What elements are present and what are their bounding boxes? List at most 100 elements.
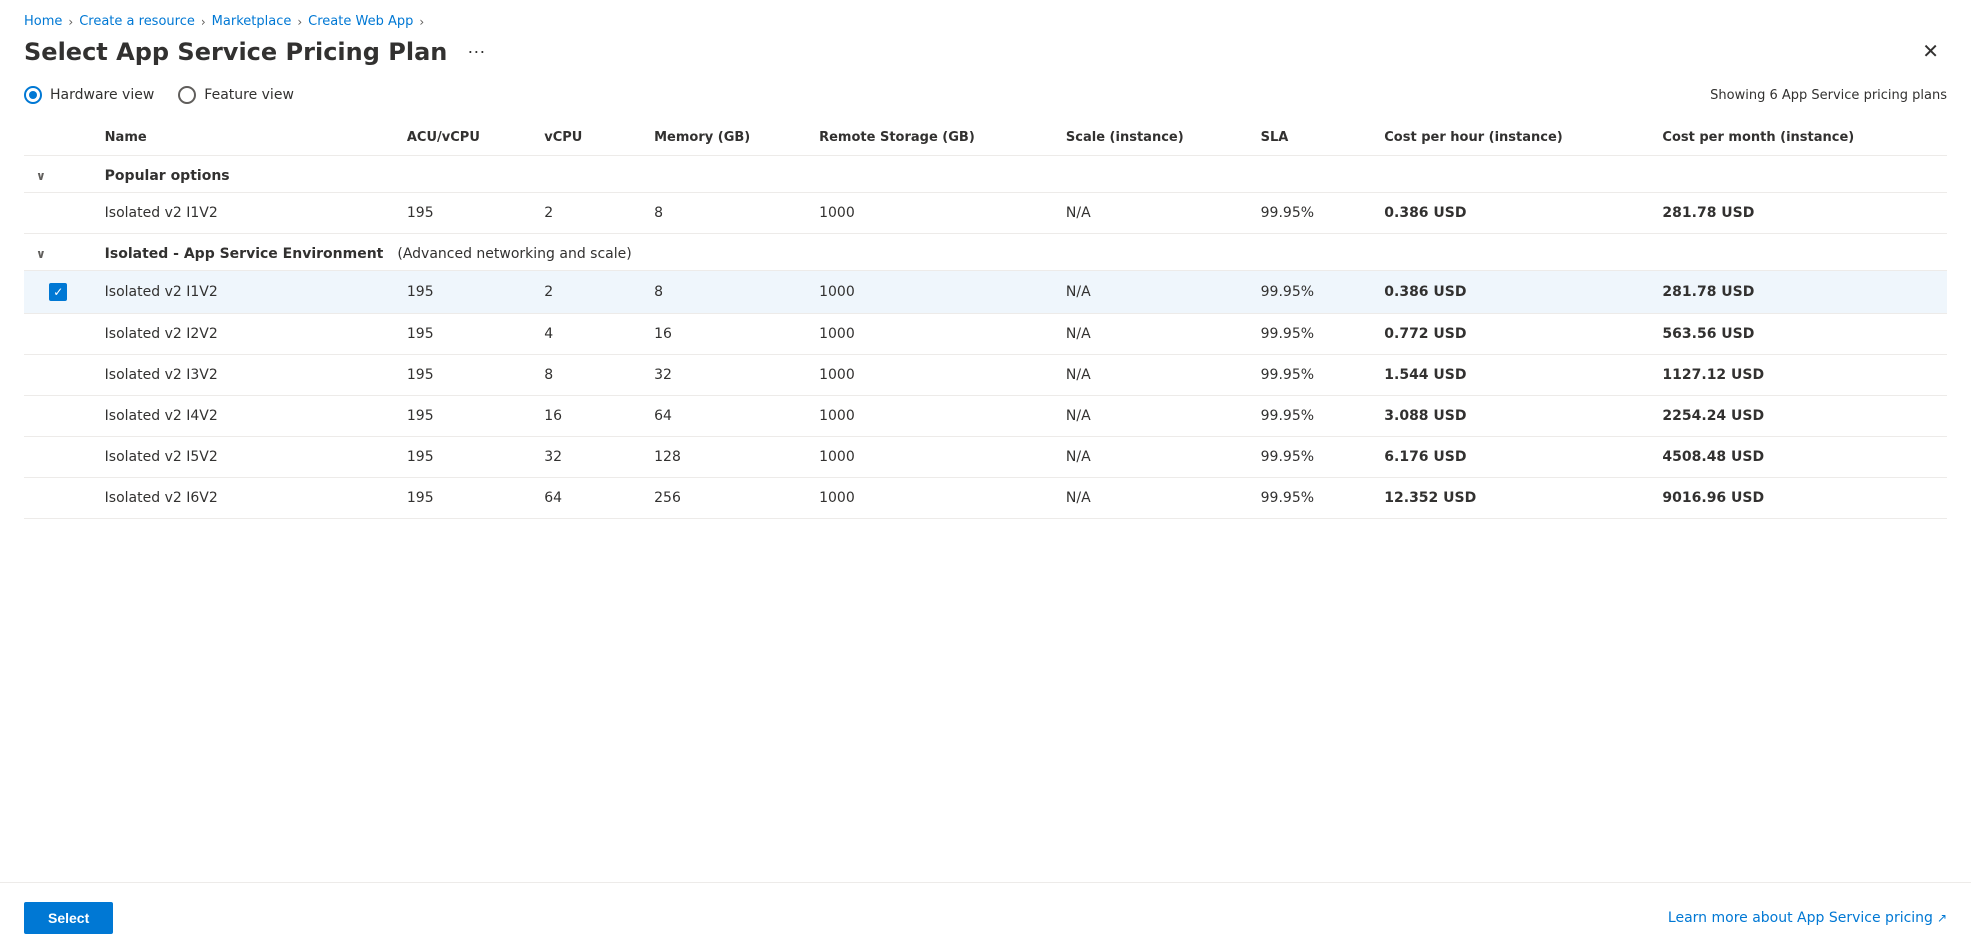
breadcrumb: Home › Create a resource › Marketplace ›… (0, 0, 1971, 37)
cell-popular-i1v2-vcpu: 2 (532, 193, 642, 234)
th-scale: Scale (instance) (1054, 120, 1249, 156)
cell-iso-i4v2-name: Isolated v2 I4V2 (93, 396, 395, 437)
th-name: Name (93, 120, 395, 156)
feature-view-radio[interactable] (178, 86, 196, 104)
checkbox-cell-iso-i6v2 (24, 478, 93, 519)
table-row-iso-i2v2[interactable]: Isolated v2 I2V21954161000N/A99.95%0.772… (24, 314, 1947, 355)
cell-iso-i3v2-sla: 99.95% (1249, 355, 1373, 396)
section-header-popular[interactable]: ∨ Popular options (24, 156, 1947, 193)
cell-iso-i6v2-memory: 256 (642, 478, 807, 519)
section-toggle-cell-isolated: ∨ (24, 234, 93, 271)
cell-iso-i2v2-vcpu: 4 (532, 314, 642, 355)
table-row-popular-i1v2[interactable]: Isolated v2 I1V2195281000N/A99.95%0.386 … (24, 193, 1947, 234)
checkbox-cell-iso-i4v2 (24, 396, 93, 437)
cell-iso-i3v2-name: Isolated v2 I3V2 (93, 355, 395, 396)
cell-iso-i5v2-cost_month: 4508.48 USD (1650, 437, 1947, 478)
feature-view-option[interactable]: Feature view (178, 86, 294, 104)
cell-iso-i4v2-cost_hour: 3.088 USD (1372, 396, 1650, 437)
cell-iso-i5v2-scale: N/A (1054, 437, 1249, 478)
table-row-iso-i1v2[interactable]: Isolated v2 I1V2195281000N/A99.95%0.386 … (24, 271, 1947, 314)
pricing-table-container: Name ACU/vCPU vCPU Memory (GB) Remote St… (0, 120, 1971, 599)
cell-iso-i6v2-acu: 195 (395, 478, 532, 519)
cell-iso-i5v2-cost_hour: 6.176 USD (1372, 437, 1650, 478)
view-toggle: Hardware view Feature view Showing 6 App… (0, 86, 1971, 120)
th-cost-hour: Cost per hour (instance) (1372, 120, 1650, 156)
cell-iso-i6v2-cost_hour: 12.352 USD (1372, 478, 1650, 519)
section-header-isolated[interactable]: ∨ Isolated - App Service Environment (Adva… (24, 234, 1947, 271)
table-row-iso-i5v2[interactable]: Isolated v2 I5V2195321281000N/A99.95%6.1… (24, 437, 1947, 478)
ellipsis-button[interactable]: ··· (459, 37, 493, 66)
breadcrumb-create-resource[interactable]: Create a resource (79, 14, 195, 29)
cell-iso-i5v2-name: Isolated v2 I5V2 (93, 437, 395, 478)
section-title-isolated: Isolated - App Service Environment (105, 246, 384, 262)
checkbox-cell-iso-i5v2 (24, 437, 93, 478)
cell-popular-i1v2-cost_month: 281.78 USD (1650, 193, 1947, 234)
cell-iso-i1v2-sla: 99.95% (1249, 271, 1373, 314)
breadcrumb-sep-4: › (419, 15, 424, 29)
th-sla: SLA (1249, 120, 1373, 156)
cell-iso-i6v2-storage: 1000 (807, 478, 1054, 519)
th-storage: Remote Storage (GB) (807, 120, 1054, 156)
cell-iso-i3v2-acu: 195 (395, 355, 532, 396)
table-header-row: Name ACU/vCPU vCPU Memory (GB) Remote St… (24, 120, 1947, 156)
cell-iso-i5v2-storage: 1000 (807, 437, 1054, 478)
breadcrumb-home[interactable]: Home (24, 14, 62, 29)
page-header: Select App Service Pricing Plan ··· ✕ (0, 37, 1971, 86)
external-link-icon: ↗ (1937, 911, 1947, 925)
checkbox-cell-iso-i3v2 (24, 355, 93, 396)
cell-iso-i3v2-vcpu: 8 (532, 355, 642, 396)
cell-popular-i1v2-sla: 99.95% (1249, 193, 1373, 234)
cell-iso-i4v2-vcpu: 16 (532, 396, 642, 437)
th-memory: Memory (GB) (642, 120, 807, 156)
cell-iso-i2v2-name: Isolated v2 I2V2 (93, 314, 395, 355)
cell-iso-i1v2-memory: 8 (642, 271, 807, 314)
cell-popular-i1v2-name: Isolated v2 I1V2 (93, 193, 395, 234)
breadcrumb-sep-2: › (201, 15, 206, 29)
table-row-iso-i3v2[interactable]: Isolated v2 I3V21958321000N/A99.95%1.544… (24, 355, 1947, 396)
section-sublabel-isolated: (Advanced networking and scale) (397, 246, 631, 262)
cell-iso-i5v2-acu: 195 (395, 437, 532, 478)
checkbox-checked-iso-i1v2[interactable] (49, 283, 67, 301)
hardware-view-option[interactable]: Hardware view (24, 86, 154, 104)
cell-iso-i4v2-memory: 64 (642, 396, 807, 437)
showing-count: Showing 6 App Service pricing plans (1710, 88, 1947, 103)
page-title: Select App Service Pricing Plan (24, 38, 447, 66)
cell-iso-i3v2-storage: 1000 (807, 355, 1054, 396)
section-label-isolated: Isolated - App Service Environment (Advan… (93, 234, 1947, 271)
cell-iso-i4v2-storage: 1000 (807, 396, 1054, 437)
cell-iso-i4v2-acu: 195 (395, 396, 532, 437)
cell-popular-i1v2-memory: 8 (642, 193, 807, 234)
table-row-iso-i4v2[interactable]: Isolated v2 I4V219516641000N/A99.95%3.08… (24, 396, 1947, 437)
cell-popular-i1v2-scale: N/A (1054, 193, 1249, 234)
th-checkbox (24, 120, 93, 156)
cell-iso-i4v2-cost_month: 2254.24 USD (1650, 396, 1947, 437)
hardware-view-radio[interactable] (24, 86, 42, 104)
breadcrumb-create-web-app: Create Web App (308, 14, 413, 29)
th-cost-month: Cost per month (instance) (1650, 120, 1947, 156)
select-button[interactable]: Select (24, 902, 113, 934)
feature-view-label: Feature view (204, 87, 294, 103)
chevron-icon-isolated: ∨ (36, 247, 46, 261)
footer: Select Learn more about App Service pric… (0, 882, 1971, 952)
th-vcpu: vCPU (532, 120, 642, 156)
close-button[interactable]: ✕ (1914, 38, 1947, 66)
cell-iso-i2v2-acu: 195 (395, 314, 532, 355)
cell-popular-i1v2-cost_hour: 0.386 USD (1372, 193, 1650, 234)
cell-iso-i6v2-vcpu: 64 (532, 478, 642, 519)
learn-more-link[interactable]: Learn more about App Service pricing ↗ (1668, 910, 1947, 926)
cell-popular-i1v2-storage: 1000 (807, 193, 1054, 234)
section-title-popular: Popular options (105, 168, 230, 184)
chevron-icon-popular: ∨ (36, 169, 46, 183)
checkbox-cell-iso-i1v2 (24, 271, 93, 314)
cell-iso-i1v2-scale: N/A (1054, 271, 1249, 314)
cell-iso-i1v2-name: Isolated v2 I1V2 (93, 271, 395, 314)
cell-iso-i6v2-name: Isolated v2 I6V2 (93, 478, 395, 519)
learn-more-text: Learn more about App Service pricing (1668, 910, 1933, 926)
cell-iso-i3v2-cost_hour: 1.544 USD (1372, 355, 1650, 396)
checkbox-cell-iso-i2v2 (24, 314, 93, 355)
table-row-iso-i6v2[interactable]: Isolated v2 I6V2195642561000N/A99.95%12.… (24, 478, 1947, 519)
breadcrumb-marketplace[interactable]: Marketplace (212, 14, 292, 29)
cell-iso-i2v2-cost_hour: 0.772 USD (1372, 314, 1650, 355)
cell-iso-i1v2-cost_month: 281.78 USD (1650, 271, 1947, 314)
section-toggle-cell-popular: ∨ (24, 156, 93, 193)
